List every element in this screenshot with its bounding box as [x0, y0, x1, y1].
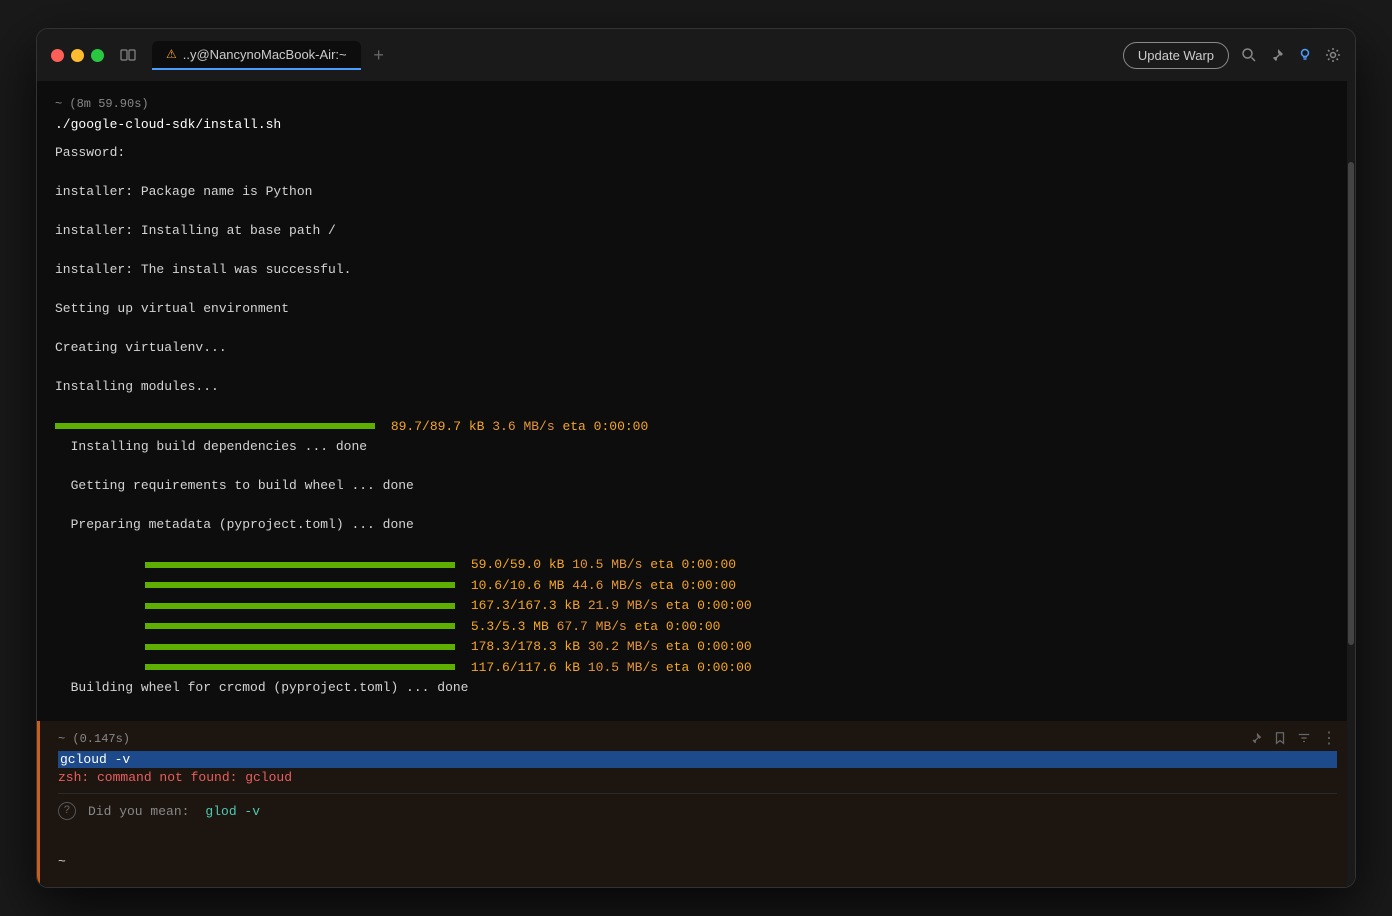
- terminal-body[interactable]: ~ (8m 59.90s) ./google-cloud-sdk/install…: [37, 81, 1355, 721]
- output-line: Building wheel for crcmod (pyproject.tom…: [55, 678, 1335, 698]
- output-line: Setting up virtual environment: [55, 299, 1335, 319]
- bookmark-icon[interactable]: [1273, 731, 1287, 748]
- search-icon[interactable]: [1241, 47, 1257, 63]
- output-line: installer: The install was successful.: [55, 260, 1335, 280]
- prompt-line[interactable]: ~: [58, 846, 1337, 877]
- block2-icons: ⋮: [1249, 731, 1337, 748]
- active-tab[interactable]: ⚠ ..y@NancynoMacBook-Air:~: [152, 41, 361, 70]
- tab-label: ..y@NancynoMacBook-Air:~: [183, 47, 347, 62]
- block2: ~ (0.147s) ⋮ gcloud -v zs: [37, 721, 1355, 887]
- dl-row5: 178.3/178.3 kB 30.2 MB/s eta 0:00:00: [145, 637, 1335, 657]
- did-you-mean-section: ? Did you mean: glod -v: [58, 793, 1337, 828]
- output-line: Installing modules...: [55, 377, 1335, 397]
- block1: ~ (8m 59.90s) ./google-cloud-sdk/install…: [55, 95, 1335, 721]
- titlebar: ⚠ ..y@NancynoMacBook-Air:~ + Update Warp: [37, 29, 1355, 81]
- split-icon: [120, 47, 136, 63]
- output-line: Getting requirements to build wheel ... …: [55, 476, 1335, 496]
- bulb-icon[interactable]: [1297, 47, 1313, 63]
- filter-icon[interactable]: [1297, 731, 1311, 748]
- did-you-mean-label: Did you mean:: [88, 804, 189, 819]
- warning-icon: ⚠: [166, 47, 177, 61]
- block2-command-line: gcloud -v: [58, 750, 1337, 768]
- update-warp-button[interactable]: Update Warp: [1123, 42, 1229, 69]
- output-line: Preparing metadata (pyproject.toml) ... …: [55, 515, 1335, 535]
- highlighted-command: gcloud -v: [58, 751, 1337, 768]
- scrollbar[interactable]: [1347, 81, 1355, 887]
- maximize-button[interactable]: [91, 49, 104, 62]
- block1-command: ./google-cloud-sdk/install.sh: [55, 115, 1335, 135]
- dl-row6: 117.6/117.6 kB 10.5 MB/s eta 0:00:00: [145, 658, 1335, 678]
- block2-time: ~ (0.147s): [58, 732, 130, 746]
- output-line: Password:: [55, 143, 1335, 163]
- pin-icon[interactable]: [1249, 731, 1263, 748]
- minimize-button[interactable]: [71, 49, 84, 62]
- output-line: installer: Installing at base path /: [55, 221, 1335, 241]
- dl-row2: 10.6/10.6 MB 44.6 MB/s eta 0:00:00: [145, 576, 1335, 596]
- new-tab-button[interactable]: +: [365, 41, 393, 69]
- dl-row3: 167.3/167.3 kB 21.9 MB/s eta 0:00:00: [145, 596, 1335, 616]
- block1-time: ~ (8m 59.90s): [55, 95, 1335, 113]
- traffic-lights: [51, 49, 104, 62]
- close-button[interactable]: [51, 49, 64, 62]
- dl-row1: 59.0/59.0 kB 10.5 MB/s eta 0:00:00: [145, 555, 1335, 575]
- block2-header: ~ (0.147s) ⋮: [58, 731, 1337, 748]
- gear-icon[interactable]: [1325, 47, 1341, 63]
- terminal-content: ~ (8m 59.90s) ./google-cloud-sdk/install…: [37, 81, 1355, 887]
- dl-row4: 5.3/5.3 MB 67.7 MB/s eta 0:00:00: [145, 617, 1335, 637]
- tab-bar: ⚠ ..y@NancynoMacBook-Air:~ +: [152, 41, 393, 70]
- terminal-window: ⚠ ..y@NancynoMacBook-Air:~ + Update Warp: [36, 28, 1356, 888]
- output-line: installer: Package name is Python: [55, 182, 1335, 202]
- scrollbar-thumb[interactable]: [1348, 162, 1354, 646]
- prompt-symbol: ~: [58, 854, 66, 869]
- output-line: Installing build dependencies ... done: [55, 437, 1335, 457]
- titlebar-right: Update Warp: [1123, 42, 1341, 69]
- pin-icon[interactable]: [1269, 47, 1285, 63]
- progress-row: 89.7/89.7 kB 3.6 MB/s eta 0:00:00: [55, 417, 1335, 437]
- suggestion[interactable]: glod -v: [205, 804, 260, 819]
- more-icon[interactable]: ⋮: [1321, 731, 1337, 748]
- help-circle-icon: ?: [58, 802, 76, 820]
- output-line: Creating virtualenv...: [55, 338, 1335, 358]
- block2-error: zsh: command not found: gcloud: [58, 770, 1337, 785]
